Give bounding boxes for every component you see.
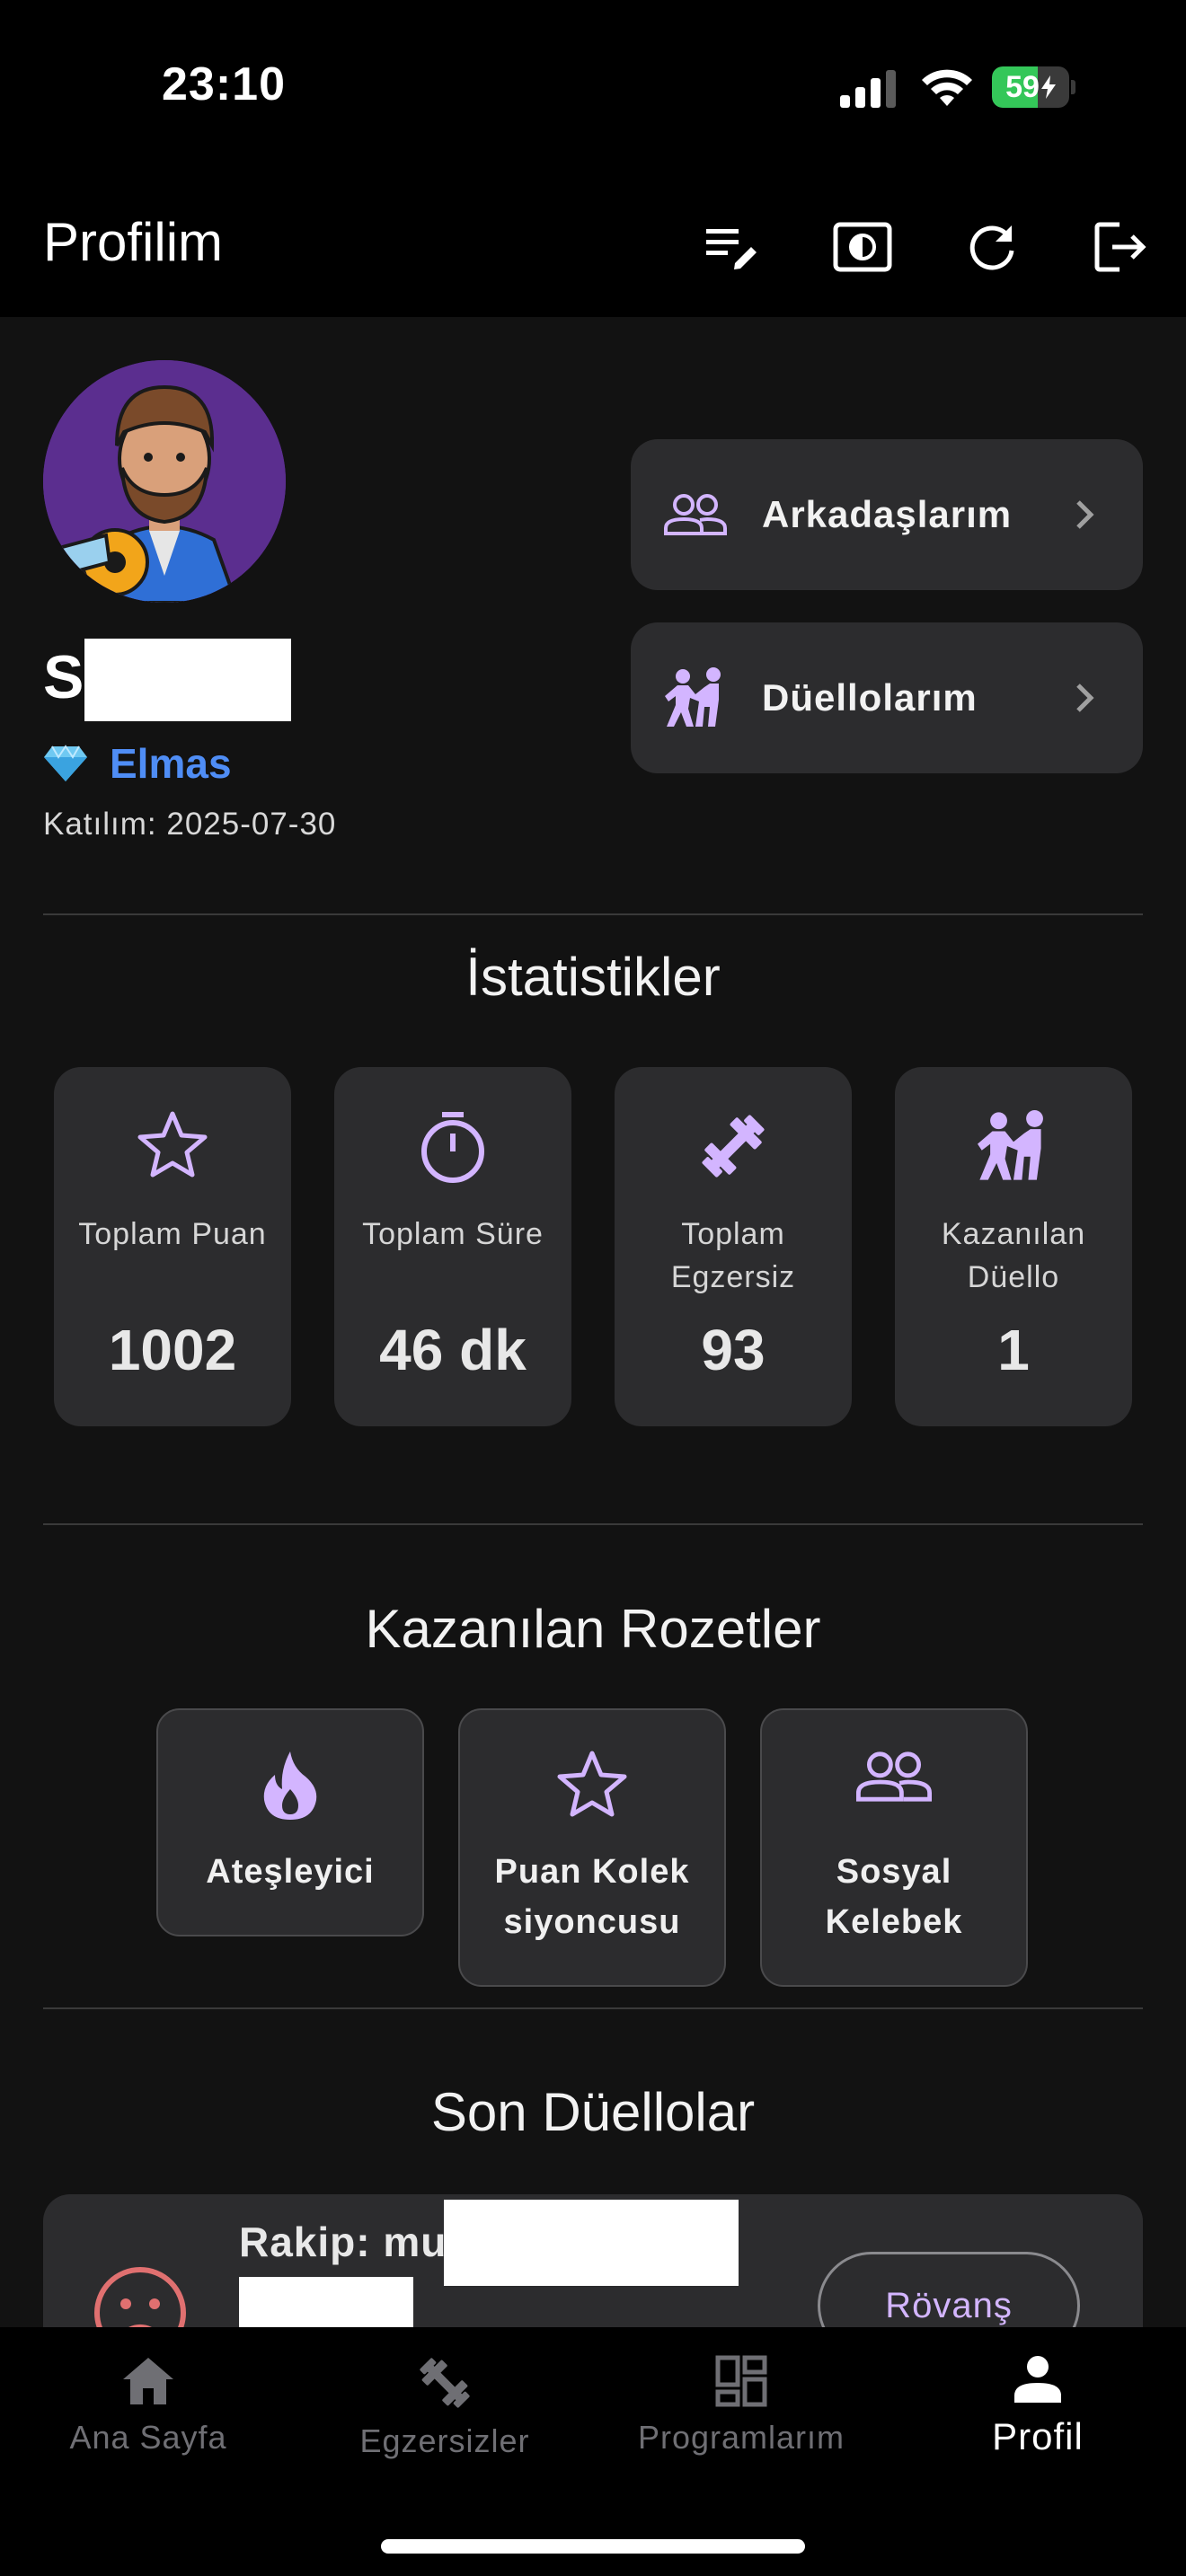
duel-icon <box>663 666 728 730</box>
sad-face-icon <box>94 2267 186 2327</box>
app-bar: Profilim <box>0 175 1186 317</box>
duels-button-label: Düellolarım <box>762 676 978 719</box>
stat-card-total-exercise: Toplam Egzersiz 93 <box>615 1067 852 1426</box>
recent-duels-title: Son Düellolar <box>430 2082 756 2142</box>
badge-label: Ateşleyici <box>206 1853 375 1891</box>
username: S <box>43 643 84 711</box>
battery-percent: 59 <box>1005 69 1040 104</box>
page-title: Profilim <box>43 212 224 272</box>
stat-card-total-points: Toplam Puan 1002 <box>54 1067 291 1426</box>
duels-button[interactable]: Düellolarım <box>631 622 1143 773</box>
redacted-opponent <box>444 2200 739 2286</box>
divider <box>43 913 1143 915</box>
rank-row: Elmas <box>43 739 232 788</box>
joined-date: Katılım: 2025-07-30 <box>43 807 337 842</box>
chevron-right-icon <box>1076 684 1094 712</box>
avatar-illustration <box>43 360 286 603</box>
friends-button-label: Arkadaşlarım <box>762 493 1013 535</box>
badge-point-collector: Puan Kolek siyoncusu <box>458 1708 726 1987</box>
nav-profile[interactable]: Profil <box>890 2354 1186 2458</box>
stat-value: 1002 <box>108 1318 237 1382</box>
nav-home[interactable]: Ana Sayfa <box>0 2354 296 2457</box>
person-icon <box>1014 2356 1061 2403</box>
badge-social-butterfly: Sosyal Kelebek <box>760 1708 1028 1987</box>
stat-label: Toplam Egzersiz <box>670 1217 796 1294</box>
logout-icon <box>1094 222 1146 272</box>
stat-value: 93 <box>701 1318 766 1382</box>
stat-value: 46 dk <box>379 1318 527 1382</box>
stat-card-total-time: Toplam Süre 46 dk <box>334 1067 571 1426</box>
logout-button[interactable] <box>1085 211 1157 283</box>
badge-label: Sosyal Kelebek <box>825 1853 963 1941</box>
avatar <box>43 360 286 603</box>
profile-content[interactable]: S Elmas Katılım: 2025-07-30 Arkadaşlarım <box>0 317 1186 2327</box>
redacted-username <box>84 639 291 721</box>
stat-card-duels-won: Kazanılan Düello 1 <box>895 1067 1132 1426</box>
contrast-icon <box>833 222 892 272</box>
edit-list-icon <box>706 229 757 269</box>
people-icon <box>663 482 728 547</box>
stat-label: Toplam Süre <box>362 1217 544 1251</box>
charging-bolt-icon <box>1040 75 1056 99</box>
status-bar: 23:10 59 <box>0 0 1186 175</box>
redacted-opponent-line2 <box>239 2277 413 2327</box>
cellular-signal-icon <box>840 70 896 108</box>
rank-label: Elmas <box>110 740 232 787</box>
friends-button[interactable]: Arkadaşlarım <box>631 439 1143 590</box>
refresh-icon <box>969 225 1014 270</box>
chevron-right-icon <box>1076 500 1094 529</box>
star-icon <box>137 1111 208 1178</box>
home-indicator[interactable] <box>381 2539 805 2554</box>
diamond-icon <box>44 745 87 781</box>
divider <box>43 1523 1143 1525</box>
nav-label: Ana Sayfa <box>69 2419 227 2456</box>
duel-icon <box>978 1110 1043 1180</box>
stat-label: Kazanılan Düello <box>941 1217 1086 1294</box>
contrast-button[interactable] <box>827 211 898 283</box>
battery-indicator: 59 <box>992 66 1075 108</box>
status-time: 23:10 <box>162 58 286 110</box>
nav-label: Profil <box>992 2415 1084 2457</box>
stat-label: Toplam Puan <box>78 1217 267 1251</box>
divider <box>43 2007 1143 2009</box>
duel-card[interactable]: Rakip: mu Rövanş <box>43 2194 1143 2327</box>
stat-value: 1 <box>997 1318 1030 1382</box>
nav-label: Egzersizler <box>359 2422 530 2459</box>
edit-list-button[interactable] <box>697 211 769 283</box>
dumbbell-icon <box>702 1115 765 1178</box>
wifi-icon <box>922 69 972 106</box>
duel-opponent: Rakip: mu <box>239 2219 447 2265</box>
dumbbell-icon <box>420 2358 470 2408</box>
stats-title: İstatistikler <box>465 947 721 1007</box>
star-icon <box>557 1751 627 1817</box>
bottom-navigation: Ana Sayfa Egzersizler Programlarım Profi… <box>0 2327 1186 2576</box>
dashboard-icon <box>715 2355 767 2407</box>
badge-label: Puan Kolek siyoncusu <box>494 1853 690 1941</box>
badges-title: Kazanılan Rozetler <box>365 1599 821 1659</box>
home-icon <box>123 2358 173 2404</box>
refresh-button[interactable] <box>956 211 1028 283</box>
nav-exercises[interactable]: Egzersizler <box>296 2354 593 2460</box>
rematch-button[interactable]: Rövanş <box>818 2252 1080 2327</box>
nav-label: Programlarım <box>637 2419 845 2456</box>
people-icon <box>856 1751 932 1802</box>
nav-programs[interactable]: Programlarım <box>593 2354 890 2457</box>
timer-icon <box>421 1112 484 1183</box>
fire-icon <box>263 1751 317 1820</box>
badge-ignitor: Ateşleyici <box>156 1708 424 1936</box>
